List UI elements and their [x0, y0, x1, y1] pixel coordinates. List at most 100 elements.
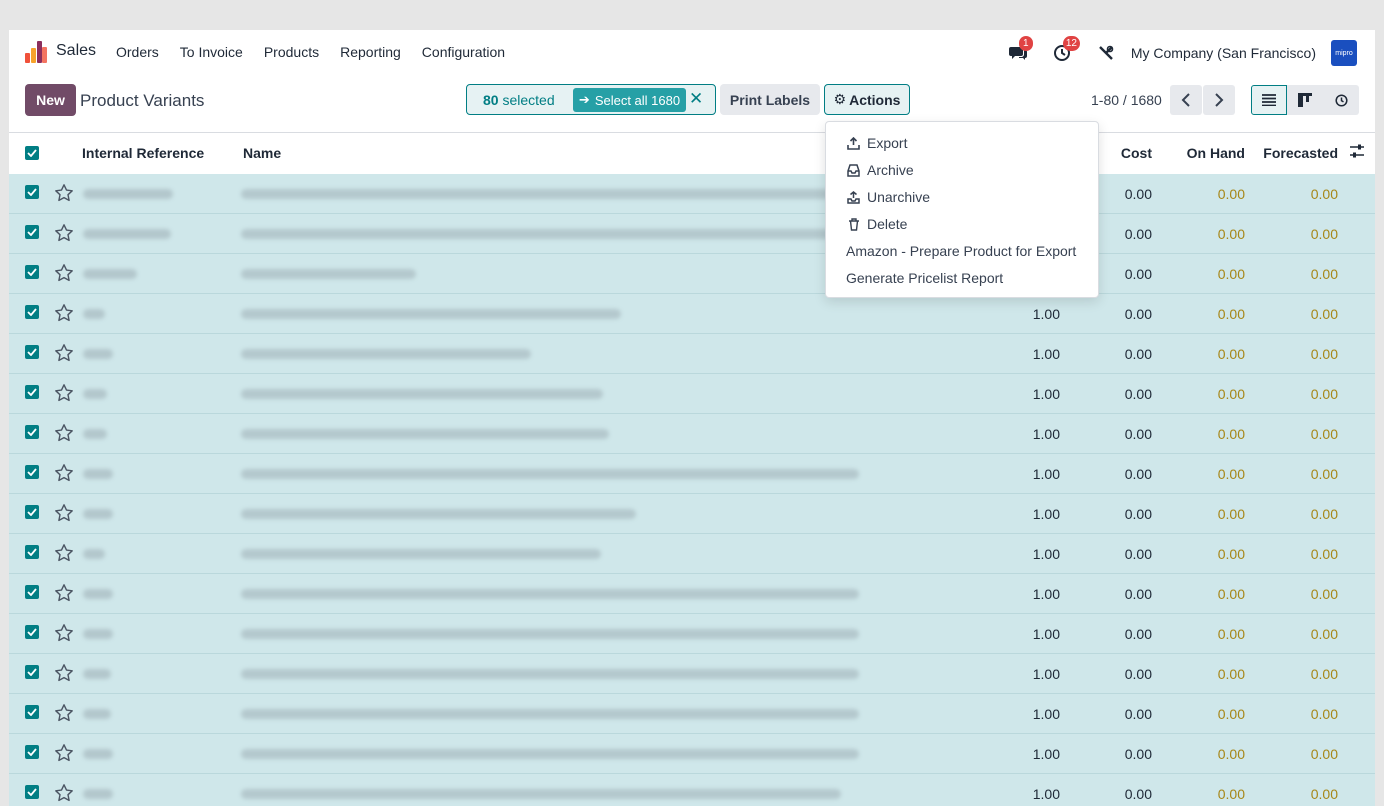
column-header-internal-reference[interactable]: Internal Reference	[82, 145, 204, 161]
menu-item-generate-pricelist-report[interactable]: Generate Pricelist Report	[846, 270, 1003, 286]
star-icon[interactable]	[54, 383, 74, 403]
unarchive-icon	[846, 190, 861, 205]
row-checkbox[interactable]	[25, 425, 39, 439]
column-header-on-hand[interactable]: On Hand	[1169, 145, 1245, 161]
internal-reference-cell	[83, 669, 111, 679]
row-checkbox[interactable]	[25, 545, 39, 559]
menu-item-reporting[interactable]: Reporting	[340, 44, 401, 60]
optional-columns-toggle[interactable]	[1349, 143, 1365, 162]
print-labels-button[interactable]: Print Labels	[720, 84, 820, 115]
table-row[interactable]: 1.00 0.00 0.00 0.00	[9, 414, 1375, 454]
new-button[interactable]: New	[25, 84, 76, 116]
menu-item-archive[interactable]: Archive	[846, 162, 914, 178]
cost-cell: 0.00	[1124, 706, 1152, 722]
star-icon[interactable]	[54, 663, 74, 683]
row-checkbox[interactable]	[25, 465, 39, 479]
menu-item-products[interactable]: Products	[264, 44, 319, 60]
cost-cell: 0.00	[1124, 666, 1152, 682]
clear-selection-icon[interactable]: ✕	[689, 89, 703, 109]
row-checkbox[interactable]	[25, 745, 39, 759]
row-checkbox[interactable]	[25, 585, 39, 599]
table-row[interactable]: 0.00 0.00 0.00	[9, 174, 1375, 214]
star-icon[interactable]	[54, 743, 74, 763]
row-checkbox[interactable]	[25, 505, 39, 519]
menu-item-export[interactable]: Export	[846, 135, 907, 151]
cost-cell: 0.00	[1124, 306, 1152, 322]
table-row[interactable]: 1.00 0.00 0.00 0.00	[9, 574, 1375, 614]
menu-item-configuration[interactable]: Configuration	[422, 44, 505, 60]
menu-item-amazon-prepare-export[interactable]: Amazon - Prepare Product for Export	[846, 243, 1076, 259]
select-all-button[interactable]: ➔ Select all 1680	[573, 88, 686, 112]
column-header-forecasted[interactable]: Forecasted	[1253, 145, 1338, 161]
row-checkbox[interactable]	[25, 705, 39, 719]
internal-reference-cell	[83, 269, 137, 279]
internal-reference-cell	[83, 549, 105, 559]
table-row[interactable]: 1.00 0.00 0.00 0.00	[9, 774, 1375, 806]
table-row[interactable]: 1.00 0.00 0.00 0.00	[9, 334, 1375, 374]
select-all-checkbox[interactable]	[25, 146, 39, 160]
check-icon	[27, 268, 37, 276]
menu-item-label: Export	[867, 135, 908, 151]
star-icon[interactable]	[54, 423, 74, 443]
sales-app-logo-icon[interactable]	[25, 41, 47, 63]
star-icon[interactable]	[54, 543, 74, 563]
row-checkbox[interactable]	[25, 785, 39, 799]
table-row[interactable]: 1.00 0.00 0.00 0.00	[9, 294, 1375, 334]
pager-previous-button[interactable]	[1170, 85, 1202, 115]
on-hand-cell: 0.00	[1217, 626, 1245, 642]
messages-button[interactable]: 1	[1007, 36, 1033, 64]
row-checkbox[interactable]	[25, 345, 39, 359]
pager-value[interactable]: 1-80 / 1680	[1091, 92, 1162, 108]
star-icon[interactable]	[54, 263, 74, 283]
internal-reference-cell	[83, 789, 113, 799]
table-row[interactable]: 1.00 0.00 0.00 0.00	[9, 454, 1375, 494]
column-header-name[interactable]: Name	[243, 145, 281, 161]
kanban-view-button[interactable]	[1287, 85, 1323, 115]
star-icon[interactable]	[54, 303, 74, 323]
menu-item-delete[interactable]: Delete	[846, 216, 907, 232]
cost-cell: 0.00	[1124, 746, 1152, 762]
table-row[interactable]: 1.00 0.00 0.00 0.00	[9, 614, 1375, 654]
row-checkbox[interactable]	[25, 665, 39, 679]
star-icon[interactable]	[54, 223, 74, 243]
row-checkbox[interactable]	[25, 385, 39, 399]
list-view-button[interactable]	[1251, 85, 1287, 115]
star-icon[interactable]	[54, 623, 74, 643]
table-row[interactable]: 1.00 0.00 0.00 0.00	[9, 654, 1375, 694]
row-checkbox[interactable]	[25, 625, 39, 639]
row-checkbox[interactable]	[25, 185, 39, 199]
star-icon[interactable]	[54, 583, 74, 603]
row-checkbox[interactable]	[25, 305, 39, 319]
row-checkbox[interactable]	[25, 265, 39, 279]
star-icon[interactable]	[54, 503, 74, 523]
star-icon[interactable]	[54, 183, 74, 203]
star-icon[interactable]	[54, 463, 74, 483]
check-icon	[27, 548, 37, 556]
table-row[interactable]: 1.00 0.00 0.00 0.00	[9, 494, 1375, 534]
check-icon	[27, 588, 37, 596]
table-row[interactable]: 1.00 0.00 0.00 0.00	[9, 534, 1375, 574]
table-row[interactable]: 1.00 0.00 0.00 0.00	[9, 734, 1375, 774]
table-row[interactable]: 0.00 0.00 0.00	[9, 214, 1375, 254]
debug-tools-button[interactable]	[1095, 42, 1117, 64]
messages-badge: 1	[1018, 36, 1033, 51]
table-row[interactable]: 0.00 0.00 0.00	[9, 254, 1375, 294]
app-name[interactable]: Sales	[56, 42, 96, 60]
activities-button[interactable]: 12	[1051, 36, 1080, 64]
company-switcher[interactable]: My Company (San Francisco)	[1131, 45, 1316, 61]
activity-view-button[interactable]	[1323, 85, 1359, 115]
star-icon[interactable]	[54, 343, 74, 363]
table-row[interactable]: 1.00 0.00 0.00 0.00	[9, 694, 1375, 734]
pager-next-button[interactable]	[1203, 85, 1235, 115]
star-icon[interactable]	[54, 703, 74, 723]
user-avatar[interactable]: mipro	[1331, 40, 1357, 66]
row-checkbox[interactable]	[25, 225, 39, 239]
menu-item-unarchive[interactable]: Unarchive	[846, 189, 930, 205]
star-icon[interactable]	[54, 783, 74, 803]
column-header-cost[interactable]: Cost	[1099, 145, 1152, 161]
table-row[interactable]: 1.00 0.00 0.00 0.00	[9, 374, 1375, 414]
actions-button[interactable]: ⚙ Actions	[824, 84, 910, 115]
forecasted-cell: 0.00	[1310, 746, 1338, 762]
menu-item-to-invoice[interactable]: To Invoice	[180, 44, 243, 60]
menu-item-orders[interactable]: Orders	[116, 44, 159, 60]
